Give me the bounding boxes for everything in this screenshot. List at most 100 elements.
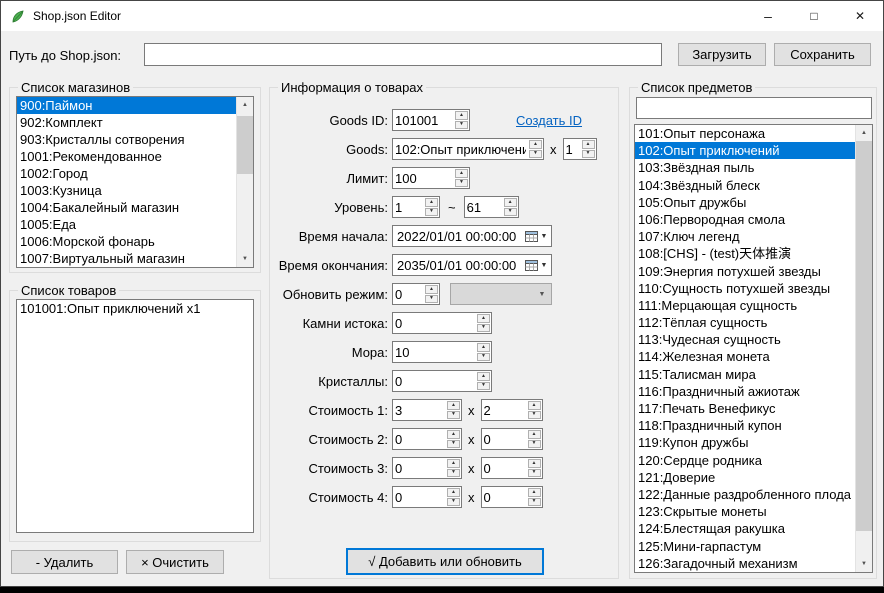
- primogem-input[interactable]: [393, 313, 476, 333]
- refresh-mode-spinner[interactable]: ▲▼: [392, 283, 440, 305]
- goods-count-input[interactable]: [564, 139, 581, 159]
- cost1-id-spinner[interactable]: ▲▼: [392, 399, 462, 421]
- goods-count-spinner[interactable]: ▲▼: [563, 138, 597, 160]
- primogem-spinner[interactable]: ▲▼: [392, 312, 492, 334]
- crystal-input[interactable]: [393, 371, 476, 391]
- begin-time-picker[interactable]: 2022/01/01 00:00:00 ▼: [392, 225, 552, 247]
- item-list-item[interactable]: 112:Тёплая сущность: [635, 314, 855, 331]
- limit-input[interactable]: [393, 168, 454, 188]
- level-max-spinner[interactable]: ▲▼: [464, 196, 519, 218]
- spin-down-icon[interactable]: ▼: [447, 411, 460, 420]
- cost4-id-spinner[interactable]: ▲▼: [392, 486, 462, 508]
- goods-id-spinner[interactable]: ▲▼: [392, 109, 470, 131]
- item-list-item[interactable]: 102:Опыт приключений: [635, 142, 855, 159]
- spin-down-icon[interactable]: ▼: [528, 498, 541, 507]
- cost1-id-input[interactable]: [393, 400, 446, 420]
- mora-input[interactable]: [393, 342, 476, 362]
- scroll-thumb[interactable]: [856, 141, 872, 531]
- item-list-item[interactable]: 111:Мерцающая сущность: [635, 297, 855, 314]
- item-list-item[interactable]: 119:Купон дружбы: [635, 434, 855, 451]
- save-button[interactable]: Сохранить: [774, 43, 871, 66]
- spin-down-icon[interactable]: ▼: [477, 324, 490, 333]
- cost4-count-spinner[interactable]: ▲▼: [481, 486, 543, 508]
- spin-down-icon[interactable]: ▼: [477, 382, 490, 391]
- item-list-item[interactable]: 115:Талисман мира: [635, 366, 855, 383]
- spin-up-icon[interactable]: ▲: [477, 343, 490, 352]
- clear-button[interactable]: × Очистить: [126, 550, 224, 574]
- spin-up-icon[interactable]: ▲: [455, 169, 468, 178]
- scroll-track[interactable]: [856, 141, 872, 556]
- item-list-item[interactable]: 126:Загадочный механизм: [635, 555, 855, 572]
- shop-list-item[interactable]: 1001:Рекомендованное: [17, 148, 236, 165]
- spin-up-icon[interactable]: ▲: [447, 459, 460, 468]
- spin-up-icon[interactable]: ▲: [582, 140, 595, 149]
- shops-list[interactable]: 900:Паймон902:Комплект903:Кристаллы сотв…: [16, 96, 254, 268]
- spin-down-icon[interactable]: ▼: [528, 469, 541, 478]
- level-max-input[interactable]: [465, 197, 503, 217]
- shop-list-item[interactable]: 1006:Морской фонарь: [17, 233, 236, 250]
- crystal-spinner[interactable]: ▲▼: [392, 370, 492, 392]
- shop-list-item[interactable]: 1007:Виртуальный магазин: [17, 250, 236, 267]
- item-list-item[interactable]: 116:Праздничный ажиотаж: [635, 383, 855, 400]
- item-list-item[interactable]: 103:Звёздная пыль: [635, 159, 855, 176]
- spin-down-icon[interactable]: ▼: [529, 150, 542, 159]
- load-button[interactable]: Загрузить: [678, 43, 766, 66]
- shop-list-item[interactable]: 1002:Город: [17, 165, 236, 182]
- items-scrollbar[interactable]: ▲ ▼: [855, 125, 872, 572]
- spin-up-icon[interactable]: ▲: [425, 198, 438, 207]
- shop-list-item[interactable]: 1005:Еда: [17, 216, 236, 233]
- cost3-id-input[interactable]: [393, 458, 446, 478]
- level-min-input[interactable]: [393, 197, 424, 217]
- items-list[interactable]: 101:Опыт персонажа102:Опыт приключений10…: [634, 124, 873, 573]
- shop-list-item[interactable]: 900:Паймон: [17, 97, 236, 114]
- item-list-item[interactable]: 108:[CHS] - (test)天体推演: [635, 245, 855, 262]
- scroll-down-icon[interactable]: ▼: [856, 556, 872, 572]
- spin-down-icon[interactable]: ▼: [528, 440, 541, 449]
- close-button[interactable]: ✕: [837, 1, 883, 31]
- goods-id-input[interactable]: [393, 110, 454, 130]
- item-list-item[interactable]: 104:Звёздный блеск: [635, 177, 855, 194]
- path-input[interactable]: [144, 43, 662, 66]
- spin-up-icon[interactable]: ▲: [455, 111, 468, 120]
- begin-time-dropdown[interactable]: ▼: [521, 226, 551, 246]
- spin-up-icon[interactable]: ▲: [447, 401, 460, 410]
- shops-scrollbar[interactable]: ▲ ▼: [236, 97, 253, 267]
- cost2-count-input[interactable]: [482, 429, 527, 449]
- cost3-count-spinner[interactable]: ▲▼: [481, 457, 543, 479]
- spin-up-icon[interactable]: ▲: [504, 198, 517, 207]
- spin-up-icon[interactable]: ▲: [529, 140, 542, 149]
- item-list-item[interactable]: 110:Сущность потухшей звезды: [635, 280, 855, 297]
- spin-down-icon[interactable]: ▼: [455, 121, 468, 130]
- mora-spinner[interactable]: ▲▼: [392, 341, 492, 363]
- spin-down-icon[interactable]: ▼: [447, 469, 460, 478]
- scroll-thumb[interactable]: [237, 116, 253, 174]
- limit-spinner[interactable]: ▲▼: [392, 167, 470, 189]
- create-id-link[interactable]: Создать ID: [516, 113, 582, 128]
- item-list-item[interactable]: 121:Доверие: [635, 469, 855, 486]
- spin-up-icon[interactable]: ▲: [528, 488, 541, 497]
- cost1-count-spinner[interactable]: ▲▼: [481, 399, 543, 421]
- maximize-button[interactable]: □: [791, 1, 837, 31]
- scroll-up-icon[interactable]: ▲: [237, 97, 253, 113]
- item-list-item[interactable]: 122:Данные раздробленного плода: [635, 486, 855, 503]
- spin-down-icon[interactable]: ▼: [504, 208, 517, 217]
- item-list-item[interactable]: 105:Опыт дружбы: [635, 194, 855, 211]
- item-list-item[interactable]: 125:Мини-гарпастум: [635, 538, 855, 555]
- cost2-count-spinner[interactable]: ▲▼: [481, 428, 543, 450]
- spin-down-icon[interactable]: ▼: [528, 411, 541, 420]
- spin-up-icon[interactable]: ▲: [477, 372, 490, 381]
- goods-input[interactable]: [393, 139, 528, 159]
- spin-down-icon[interactable]: ▼: [425, 208, 438, 217]
- spin-up-icon[interactable]: ▲: [528, 459, 541, 468]
- spin-up-icon[interactable]: ▲: [477, 314, 490, 323]
- item-list-item[interactable]: 118:Праздничный купон: [635, 417, 855, 434]
- end-time-dropdown[interactable]: ▼: [521, 255, 551, 275]
- scroll-track[interactable]: [237, 113, 253, 251]
- item-list-item[interactable]: 106:Первородная смола: [635, 211, 855, 228]
- shop-goods-list[interactable]: 101001:Опыт приключений x1: [16, 299, 254, 533]
- spin-up-icon[interactable]: ▲: [528, 401, 541, 410]
- item-search-input[interactable]: [636, 97, 872, 119]
- item-list-item[interactable]: 117:Печать Венефикус: [635, 400, 855, 417]
- cost4-count-input[interactable]: [482, 487, 527, 507]
- spin-down-icon[interactable]: ▼: [447, 440, 460, 449]
